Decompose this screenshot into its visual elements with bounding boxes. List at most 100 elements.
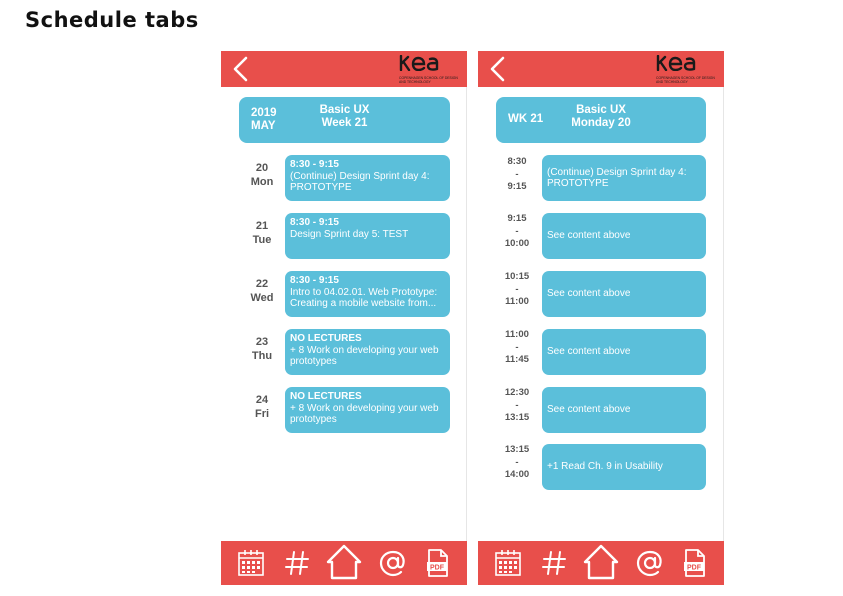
header-course: Basic UX Week 21 [239, 104, 450, 130]
event-card[interactable]: 8:30 - 9:15 (Continue) Design Sprint day… [285, 155, 450, 201]
time-label: 13:15 - 14:00 [500, 444, 534, 482]
home-icon[interactable] [582, 543, 620, 581]
week-view-screen: Copenhagen School of Design and Technolo… [221, 51, 467, 585]
svg-text:PDF: PDF [430, 565, 445, 572]
slot-separator: - [515, 225, 519, 237]
event-title: See content above [547, 288, 631, 300]
day-weekday: Mon [250, 176, 274, 188]
event-card[interactable]: (Continue) Design Sprint day 4: PROTOTYP… [542, 155, 706, 201]
slot-end: 14:00 [504, 469, 530, 480]
slot-end: 9:15 [507, 181, 527, 192]
event-title: See content above [547, 230, 631, 242]
top-bar: Copenhagen School of Design and Technolo… [478, 51, 724, 87]
day-number: 23 [255, 336, 269, 348]
day-label: 23 Thu [243, 335, 281, 363]
home-icon[interactable] [325, 543, 363, 581]
bottom-nav-bar: PDF [221, 541, 467, 585]
page-title: Schedule tabs [25, 8, 199, 32]
calendar-icon[interactable] [492, 547, 524, 579]
svg-text:PDF: PDF [687, 565, 702, 572]
slot-start: 13:15 [504, 444, 530, 455]
slot-separator: - [515, 456, 519, 468]
pdf-icon[interactable]: PDF [421, 547, 453, 579]
event-card[interactable]: See content above [542, 329, 706, 375]
slot-separator: - [515, 283, 519, 295]
event-title: +1 Read Ch. 9 in Usability [547, 461, 663, 473]
day-number: 22 [255, 278, 269, 290]
slot-start: 9:15 [507, 213, 527, 224]
kea-logo: Copenhagen School of Design and Technolo… [399, 54, 461, 84]
day-label: 20 Mon [243, 161, 281, 189]
event-card[interactable]: NO LECTURES + 8 Work on developing your … [285, 387, 450, 433]
day-weekday: Thu [251, 350, 273, 362]
at-icon[interactable] [634, 547, 666, 579]
week-header-card[interactable]: 2019 MAY Basic UX Week 21 [239, 97, 450, 143]
event-card[interactable]: See content above [542, 271, 706, 317]
back-arrow-icon[interactable] [484, 55, 512, 83]
day-label: 24 Fri [243, 393, 281, 421]
slot-start: 8:30 [507, 156, 527, 167]
hashtag-icon[interactable] [281, 547, 313, 579]
calendar-icon[interactable] [235, 547, 267, 579]
event-card[interactable]: See content above [542, 213, 706, 259]
slot-end: 11:00 [505, 296, 529, 307]
time-label: 9:15 - 10:00 [500, 213, 534, 251]
header-course-name: Basic UX [576, 104, 626, 116]
day-weekday: Wed [250, 292, 274, 304]
day-label: 21 Tue [243, 219, 281, 247]
hashtag-icon[interactable] [538, 547, 570, 579]
slot-separator: - [515, 341, 519, 353]
time-label: 8:30 - 9:15 [500, 156, 534, 194]
kea-logo-mark [656, 54, 696, 72]
event-title: Intro to 04.02.01. Web Prototype: Creati… [290, 286, 438, 310]
day-weekday: Fri [254, 408, 270, 420]
event-title: + 8 Work on developing your web prototyp… [290, 402, 439, 426]
day-view-screen: Copenhagen School of Design and Technolo… [478, 51, 724, 585]
day-label: 22 Wed [243, 277, 281, 305]
logo-subtitle: Copenhagen School of Design and Technolo… [656, 76, 715, 84]
event-card[interactable]: 8:30 - 9:15 Intro to 04.02.01. Web Proto… [285, 271, 450, 317]
event-title: See content above [547, 404, 631, 416]
event-card[interactable]: See content above [542, 387, 706, 433]
kea-logo-mark [399, 54, 439, 72]
event-title: (Continue) Design Sprint day 4: PROTOTYP… [547, 166, 687, 190]
slot-end: 13:15 [504, 412, 530, 423]
event-time: NO LECTURES [290, 333, 362, 344]
time-label: 11:00 - 11:45 [500, 329, 534, 367]
pdf-icon[interactable]: PDF [678, 547, 710, 579]
event-time: 8:30 - 9:15 [290, 159, 339, 170]
header-day: Monday 20 [571, 117, 631, 129]
logo-subtitle: Copenhagen School of Design and Technolo… [399, 76, 458, 84]
slot-start: 10:15 [504, 271, 530, 282]
slot-end: 11:45 [505, 354, 529, 365]
event-card[interactable]: +1 Read Ch. 9 in Usability [542, 444, 706, 490]
kea-logo: Copenhagen School of Design and Technolo… [656, 54, 718, 84]
slot-separator: - [515, 168, 519, 180]
day-header-card[interactable]: WK 21 Basic UX Monday 20 [496, 97, 706, 143]
time-label: 10:15 - 11:00 [500, 271, 534, 309]
event-title: (Continue) Design Sprint day 4: PROTOTYP… [290, 170, 430, 194]
day-number: 21 [255, 220, 269, 232]
slot-start: 11:00 [505, 329, 529, 340]
header-course: Basic UX Monday 20 [496, 104, 706, 130]
bottom-nav-bar: PDF [478, 541, 724, 585]
back-arrow-icon[interactable] [227, 55, 255, 83]
slot-end: 10:00 [504, 238, 530, 249]
day-number: 24 [255, 394, 269, 406]
top-bar: Copenhagen School of Design and Technolo… [221, 51, 467, 87]
event-time: 8:30 - 9:15 [290, 275, 339, 286]
header-course-name: Basic UX [319, 104, 370, 116]
time-label: 12:30 - 13:15 [500, 387, 534, 425]
day-weekday: Tue [252, 234, 272, 246]
event-time: 8:30 - 9:15 [290, 217, 339, 228]
event-card[interactable]: NO LECTURES + 8 Work on developing your … [285, 329, 450, 375]
event-card[interactable]: 8:30 - 9:15 Design Sprint day 5: TEST [285, 213, 450, 259]
slot-separator: - [515, 399, 519, 411]
event-title: Design Sprint day 5: TEST [290, 228, 409, 240]
header-week: Week 21 [321, 117, 368, 129]
event-title: See content above [547, 346, 631, 358]
at-icon[interactable] [377, 547, 409, 579]
slot-start: 12:30 [504, 387, 530, 398]
event-time: NO LECTURES [290, 391, 362, 402]
event-title: + 8 Work on developing your web prototyp… [290, 344, 439, 368]
